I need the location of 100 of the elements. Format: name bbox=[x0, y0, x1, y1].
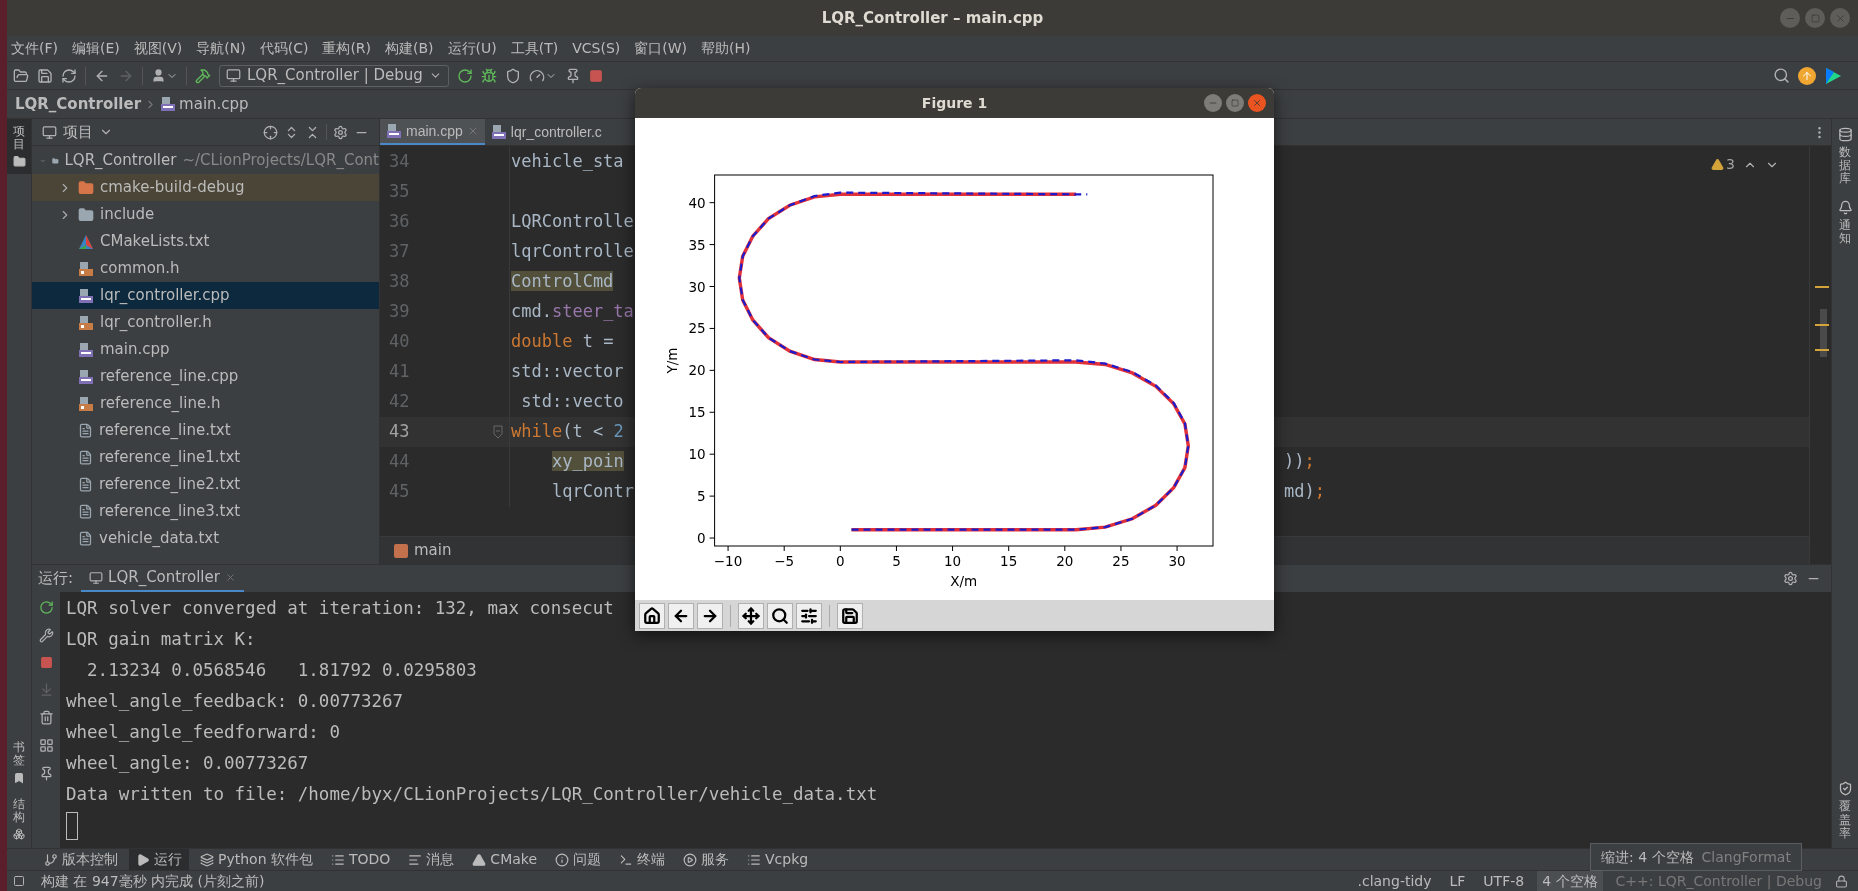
tick-label: 30 bbox=[1168, 553, 1186, 569]
code-line: lqrContr bbox=[552, 480, 634, 504]
figure-title: Figure 1 bbox=[921, 93, 988, 113]
console-line: LQR gain matrix K: bbox=[66, 628, 256, 651]
tick-label: 10 bbox=[688, 446, 706, 463]
editor-tab[interactable]: main.cpp bbox=[380, 119, 485, 145]
panel-title[interactable]: 项目 bbox=[63, 120, 93, 144]
line-number: 42 bbox=[388, 390, 411, 414]
status-item[interactable]: LF bbox=[1444, 871, 1471, 891]
tree-item[interactable]: reference_line2.txt bbox=[32, 471, 379, 498]
tick-label: 30 bbox=[688, 278, 706, 295]
tool-window-button[interactable]: 服务 bbox=[676, 849, 736, 870]
tick-label: 20 bbox=[1056, 553, 1074, 569]
tool-window-tab[interactable]: 结构 bbox=[13, 797, 25, 840]
menu-item[interactable]: VCS(S) bbox=[572, 38, 621, 59]
line-number: 44 bbox=[388, 450, 411, 474]
menu-item[interactable]: 代码(C) bbox=[259, 38, 309, 59]
tree-item[interactable]: lqr_controller.h bbox=[32, 309, 379, 336]
line-number: 40 bbox=[388, 330, 411, 354]
code-line: vehicle_sta bbox=[511, 150, 624, 174]
tool-window-button[interactable]: Python 软件包 bbox=[193, 849, 320, 870]
menu-item[interactable]: 运行(U) bbox=[447, 38, 497, 59]
tree-item[interactable]: include bbox=[32, 201, 379, 228]
editor-tab[interactable]: lqr_controller.c bbox=[484, 119, 608, 145]
tree-item[interactable]: reference_line.cpp bbox=[32, 363, 379, 390]
tree-item[interactable]: LQR_Controller ~/CLionProjects/LQR_Cont bbox=[32, 147, 379, 174]
menu-item[interactable]: 重构(R) bbox=[322, 38, 372, 59]
breadcrumb-function[interactable]: main bbox=[414, 539, 452, 562]
run-configuration-dropdown[interactable]: LQR_Controller | Debug bbox=[219, 64, 449, 87]
console-line: wheel_angle: 0.00773267 bbox=[66, 752, 309, 775]
line-number: 34 bbox=[388, 150, 411, 174]
menu-item[interactable]: 导航(N) bbox=[196, 38, 246, 59]
tool-window-button[interactable]: TODO bbox=[324, 849, 398, 870]
line-number: 39 bbox=[388, 300, 411, 324]
tree-item[interactable]: vehicle_data.txt bbox=[32, 525, 379, 552]
line-number: 43 bbox=[388, 420, 411, 444]
tool-window-button[interactable]: CMake bbox=[465, 849, 544, 870]
line-number: 41 bbox=[388, 360, 411, 384]
code-line: while(t < 2 bbox=[511, 420, 624, 444]
tool-window-tab[interactable]: 项目 bbox=[7, 119, 31, 175]
tool-window-button[interactable]: 消息 bbox=[401, 849, 462, 870]
breadcrumb-file[interactable]: main.cpp bbox=[179, 92, 249, 116]
console-line: wheel_angle_feedforward: 0 bbox=[66, 721, 340, 744]
tick-label: 15 bbox=[688, 404, 706, 421]
axis-label: Y/m bbox=[664, 347, 680, 374]
code-line: std::vecto bbox=[520, 390, 624, 414]
console-line: wheel_angle_feedback: 0.00773267 bbox=[66, 690, 404, 713]
code-line: cmd.steer_ta bbox=[511, 300, 634, 324]
tree-item[interactable]: reference_line.txt bbox=[32, 417, 379, 444]
tree-item[interactable]: lqr_controller.cpp bbox=[32, 282, 379, 309]
breadcrumb-project[interactable]: LQR_Controller bbox=[15, 92, 142, 116]
status-item[interactable]: .clang-tidy bbox=[1352, 871, 1437, 891]
tree-item[interactable]: common.h bbox=[32, 255, 379, 282]
tick-label: 0 bbox=[697, 530, 706, 547]
panel-title: 运行: bbox=[38, 568, 74, 590]
tree-item[interactable]: cmake-build-debug bbox=[32, 174, 379, 201]
line-number: 36 bbox=[388, 210, 411, 234]
tool-window-button[interactable]: 运行 bbox=[129, 849, 189, 870]
menu-item[interactable]: 构建(B) bbox=[385, 38, 434, 59]
menu-item[interactable]: 编辑(E) bbox=[72, 38, 120, 59]
console-line: Data written to file: /home/byx/CLionProjects/LQR_Controller/vehicle_data.txt bbox=[66, 783, 878, 806]
tick-label: −5 bbox=[774, 553, 795, 569]
tree-item[interactable]: reference_line.h bbox=[32, 390, 379, 417]
menu-item[interactable]: 窗口(W) bbox=[634, 38, 688, 59]
warning-count[interactable]: 3 bbox=[1711, 154, 1735, 175]
tool-window-button[interactable]: 版本控制 bbox=[37, 849, 125, 870]
console-line: 2.13234 0.0568546 1.81792 0.0295803 bbox=[86, 659, 477, 682]
menu-item[interactable]: 帮助(H) bbox=[701, 38, 751, 59]
tool-window-tab[interactable]: 书签 bbox=[13, 741, 25, 784]
line-number: 35 bbox=[388, 180, 411, 204]
tick-label: 25 bbox=[688, 320, 706, 337]
line-number: 38 bbox=[388, 270, 411, 294]
tool-window-tab[interactable]: 数据库 bbox=[1837, 127, 1853, 186]
tool-window-button[interactable]: Vcpkg bbox=[740, 849, 816, 870]
tool-window-tab[interactable]: 覆盖率 bbox=[1837, 781, 1853, 840]
code-line: lqrControlle bbox=[511, 240, 634, 264]
menu-item[interactable]: 文件(F) bbox=[11, 38, 58, 59]
tree-item[interactable]: reference_line1.txt bbox=[32, 444, 379, 471]
code-line: LQRControlle bbox=[511, 210, 634, 234]
menu-item[interactable]: 工具(T) bbox=[510, 38, 559, 59]
tool-window-tab[interactable]: 通知 bbox=[1837, 199, 1853, 245]
status-item[interactable]: 4 个空格 bbox=[1537, 871, 1603, 891]
status-message: 构建 在 947毫秒 内完成 (片刻之前) bbox=[41, 871, 265, 891]
tick-label: 20 bbox=[688, 362, 706, 379]
console-line: LQR solver converged at iteration: 132, max consecut bbox=[66, 597, 614, 620]
tick-label: 15 bbox=[1000, 553, 1018, 569]
tree-item[interactable]: reference_line3.txt bbox=[32, 498, 379, 525]
menu-item[interactable]: 视图(V) bbox=[133, 38, 183, 59]
tree-item[interactable]: main.cpp bbox=[32, 336, 379, 363]
tool-window-button[interactable]: 问题 bbox=[548, 849, 608, 870]
status-item[interactable]: UTF-8 bbox=[1478, 871, 1530, 891]
code-line: md); bbox=[1283, 480, 1325, 504]
tick-label: 5 bbox=[697, 488, 706, 505]
tick-label: −10 bbox=[713, 553, 743, 569]
tool-window-button[interactable]: 终端 bbox=[612, 849, 672, 870]
tree-item[interactable]: CMakeLists.txt bbox=[32, 228, 379, 255]
tick-label: 35 bbox=[688, 236, 706, 253]
project-path: ~/CLionProjects/LQR_Cont bbox=[182, 150, 379, 172]
tick-label: 10 bbox=[944, 553, 962, 569]
tooltip-hint: ClangFormat bbox=[1701, 847, 1791, 867]
